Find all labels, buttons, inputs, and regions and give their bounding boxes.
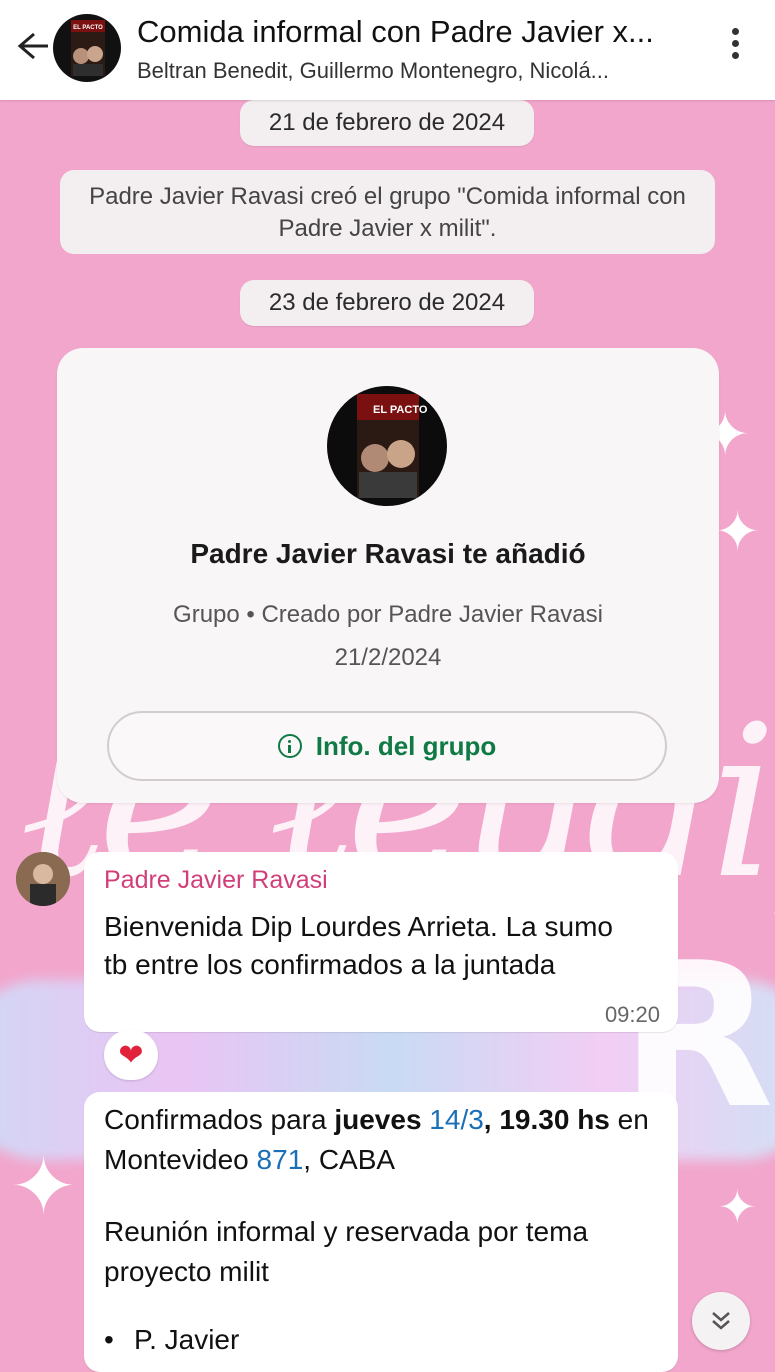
message-text: Confirmados para jueves 14/3, 19.30 hs e… [104,1100,664,1180]
message-text: Bienvenida Dip Lourdes Arrieta. La sumo … [104,911,613,980]
info-icon [277,734,302,758]
avatar-book-title: EL PACTO [73,25,103,31]
group-avatar-large[interactable]: EL PACTO [327,386,447,506]
back-arrow-icon[interactable] [14,28,50,64]
sender-name[interactable]: Padre Javier Ravasi [104,866,328,895]
reaction-emoji: ❤ [118,1038,144,1072]
date-link[interactable]: 14/3 [429,1104,484,1135]
sender-avatar[interactable] [16,852,70,906]
double-chevron-down-icon[interactable] [692,1292,750,1350]
message-bubble[interactable]: Padre Javier Ravasi Bienvenida Dip Lourd… [84,852,678,1032]
message-bubble[interactable]: Confirmados para jueves 14/3, 19.30 hs e… [84,1092,678,1372]
group-info-label: Info. del grupo [315,730,497,761]
text-bold: , 19.30 hs [483,1104,610,1135]
group-info-button[interactable]: Info. del grupo [107,711,667,781]
chat-header: EL PACTO Comida informal con Padre Javie… [0,0,775,100]
sparkle-icon: ✦ [718,1181,757,1233]
system-message: Padre Javier Ravasi creó el grupo "Comid… [60,170,715,254]
card-created-date: 21/2/2024 [334,644,442,671]
sparkle-icon: ✦ [10,1142,78,1231]
heart-icon[interactable]: ❤ [104,1030,158,1080]
text-segment: Confirmados para [104,1104,335,1135]
address-link[interactable]: 871 [257,1144,304,1175]
group-added-card: EL PACTO Padre Javier Ravasi te añadió G… [57,348,719,803]
message-paragraph: Reunión informal y reservada por tema pr… [104,1216,589,1287]
chat-participants[interactable]: Beltran Benedit, Guillermo Montenegro, N… [137,58,697,84]
text-segment: , CABA [303,1144,396,1175]
message-time: 09:20 [604,1002,660,1027]
card-subtitle-line: Grupo • Creado por Padre Javier Ravasi [173,601,603,628]
date-separator: 23 de febrero de 2024 [240,280,534,326]
chat-title[interactable]: Comida informal con Padre Javier x... [137,14,697,50]
text-bold: jueves [334,1104,430,1135]
bullet-item: P. Javier [104,1324,239,1356]
more-vert-icon[interactable] [724,28,746,68]
sparkle-icon: ✦ [715,502,761,562]
avatar-book-title: EL PACTO [373,404,428,416]
card-subtitle: Grupo • Creado por Padre Javier Ravasi 2… [57,593,719,679]
group-avatar[interactable]: EL PACTO [53,14,121,82]
date-separator: 21 de febrero de 2024 [240,100,534,146]
card-title: Padre Javier Ravasi te añadió [190,538,586,569]
